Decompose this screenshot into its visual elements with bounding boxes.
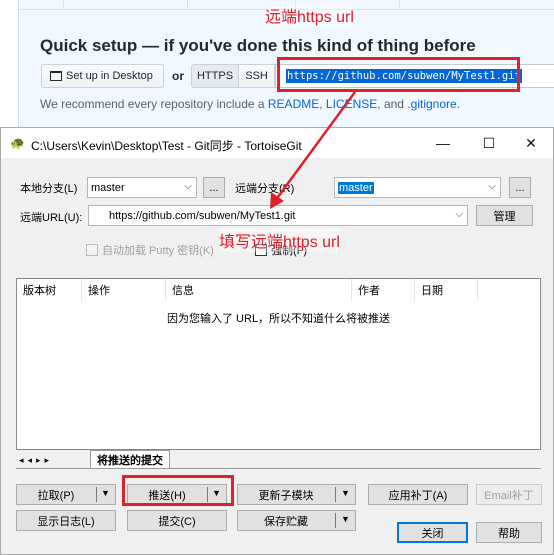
clone-url-highlight-box (277, 57, 520, 92)
close-window-button[interactable]: ✕ (509, 128, 553, 158)
remote-branch-browse-button[interactable]: ... (509, 177, 531, 198)
dropdown-arrow-icon[interactable]: ▼ (341, 488, 350, 498)
remote-url-label: 远端URL(U): (20, 212, 83, 224)
tab-commits-to-push[interactable]: 将推送的提交 (90, 450, 170, 468)
minimize-button[interactable]: — (421, 128, 465, 158)
local-branch-combo[interactable]: master ⌵ (87, 177, 197, 198)
tortoisegit-sync-dialog: 🐢 C:\Users\Kevin\Desktop\Test - Git同步 - … (0, 127, 554, 555)
ssh-toggle-button[interactable]: SSH (239, 64, 275, 88)
split-separator (335, 487, 336, 502)
manage-remotes-button[interactable]: 管理 (476, 205, 533, 226)
stash-split-button[interactable]: 保存贮藏 ▼ (237, 510, 356, 531)
fill-url-annotation: 填写远端https url (219, 228, 340, 252)
pull-button-label: 拉取(P) (37, 489, 75, 502)
email-patch-button[interactable]: Email补丁 (476, 484, 542, 505)
license-link[interactable]: LICENSE (326, 97, 377, 111)
recommendation-text: We recommend every repository include a … (40, 97, 461, 111)
pull-split-button[interactable]: 拉取(P) ▼ (16, 484, 116, 505)
gitignore-link[interactable]: .gitignore (407, 97, 456, 111)
autoload-putty-checkbox[interactable]: 自动加载 Putty 密钥(K) (86, 242, 214, 258)
remote-url-annotation: 远端https url (265, 3, 354, 27)
local-branch-label: 本地分支(L) (20, 183, 78, 195)
local-branch-value: master (91, 181, 125, 194)
close-dialog-button[interactable]: 关闭 (397, 522, 468, 543)
help-button[interactable]: 帮助 (476, 522, 542, 543)
chevron-down-icon: ⌵ (488, 181, 496, 192)
setup-in-desktop-label: Set up in Desktop (66, 70, 153, 82)
dialog-titlebar: 🐢 C:\Users\Kevin\Desktop\Test - Git同步 - … (1, 128, 553, 158)
dialog-title: C:\Users\Kevin\Desktop\Test - Git同步 - To… (31, 139, 302, 153)
split-separator (335, 513, 336, 528)
remote-url-combo[interactable]: https://github.com/subwen/MyTest1.git ⌵ (88, 205, 468, 226)
tab-divider (16, 468, 541, 469)
remote-branch-combo[interactable]: master ⌵ (334, 177, 501, 198)
column-header-action[interactable]: 操作 (82, 279, 166, 301)
tab-scroll-arrows[interactable]: ◂◂▸▸ (19, 455, 53, 466)
column-header-graph[interactable]: 版本树 (17, 279, 82, 301)
autoload-putty-label: 自动加载 Putty 密钥(K) (102, 245, 214, 257)
quick-setup-title: Quick setup — if you've done this kind o… (40, 36, 476, 55)
maximize-button[interactable]: ☐ (467, 128, 511, 158)
split-separator (96, 487, 97, 502)
desktop-download-icon (50, 71, 62, 81)
dropdown-arrow-icon[interactable]: ▼ (101, 488, 110, 498)
chevron-down-icon: ⌵ (455, 209, 463, 220)
tortoisegit-app-icon: 🐢 (10, 136, 25, 150)
setup-in-desktop-button[interactable]: Set up in Desktop (41, 64, 164, 88)
commit-button[interactable]: 提交(C) (127, 510, 227, 531)
recommend-prefix: We recommend every repository include a (40, 97, 265, 111)
https-toggle-button[interactable]: HTTPS (191, 64, 239, 88)
checkbox-box (86, 244, 98, 256)
dropdown-arrow-icon[interactable]: ▼ (341, 514, 350, 524)
readme-link[interactable]: README (268, 97, 319, 111)
stash-button-label: 保存贮藏 (264, 515, 308, 528)
remote-branch-value: master (338, 181, 374, 194)
chevron-down-icon: ⌵ (184, 181, 192, 192)
remote-url-value: https://github.com/subwen/MyTest1.git (109, 209, 296, 222)
commit-list[interactable]: 版本树 操作 信息 作者 日期 因为您输入了 URL，所以不知道什么将被推送 (16, 278, 541, 450)
update-submodule-split-button[interactable]: 更新子模块 ▼ (237, 484, 356, 505)
push-button-highlight-box (122, 475, 234, 506)
apply-patch-button[interactable]: 应用补丁(A) (368, 484, 468, 505)
remote-branch-label: 远端分支(R) (235, 183, 295, 195)
column-header-author[interactable]: 作者 (352, 279, 415, 301)
column-header-message[interactable]: 信息 (166, 279, 352, 301)
column-header-date[interactable]: 日期 (415, 279, 478, 301)
show-log-button[interactable]: 显示日志(L) (16, 510, 116, 531)
update-submodule-label: 更新子模块 (258, 489, 314, 502)
list-empty-message: 因为您输入了 URL，所以不知道什么将被推送 (167, 313, 391, 325)
or-label: or (172, 69, 184, 83)
local-branch-browse-button[interactable]: ... (203, 177, 225, 198)
